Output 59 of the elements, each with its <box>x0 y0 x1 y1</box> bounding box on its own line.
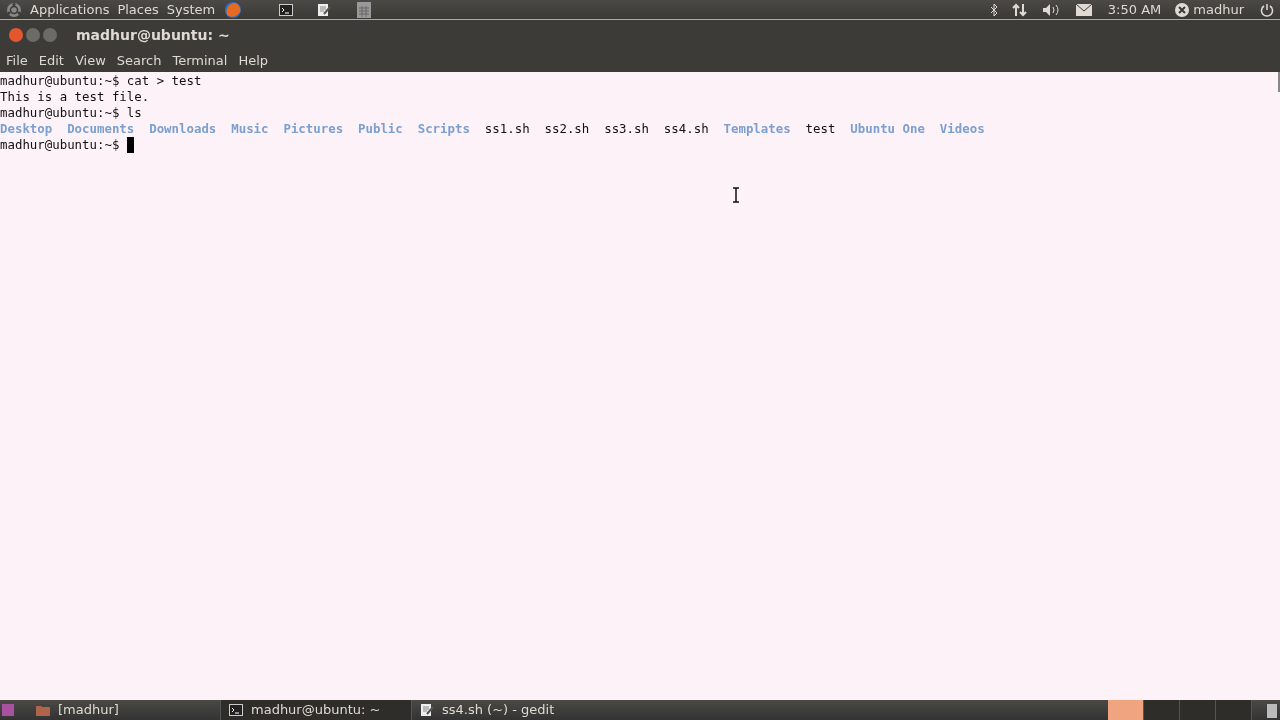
menu-item[interactable]: View <box>74 51 106 71</box>
directory-name: Downloads <box>149 121 217 137</box>
workspace-switcher-cell[interactable] <box>1180 700 1216 720</box>
trash-icon[interactable] <box>1266 702 1278 718</box>
taskbar-button[interactable]: ss4.sh (~) - gedit <box>412 700 604 720</box>
file-name: test <box>805 121 836 137</box>
taskbar-button[interactable]: madhur@ubuntu: ~ <box>220 700 412 720</box>
close-button[interactable] <box>9 28 23 42</box>
terminal-line: madhur@ubuntu:~$ ls <box>0 105 142 121</box>
text-cursor <box>126 137 135 153</box>
browser-icon[interactable] <box>223 0 244 19</box>
panel-menu[interactable]: Applications <box>30 0 110 20</box>
file-name: ss1.sh <box>484 121 530 137</box>
menu-item[interactable]: File <box>6 51 28 71</box>
minimize-button[interactable] <box>26 28 40 42</box>
panel-menu[interactable]: Places <box>117 0 159 20</box>
file-name: ss4.sh <box>663 121 709 137</box>
menu-item[interactable]: Edit <box>38 51 64 71</box>
file-name: ss2.sh <box>544 121 590 137</box>
terminal-line: This is a test file. <box>0 89 150 105</box>
menu-item[interactable]: Help <box>238 51 269 71</box>
directory-name: Scripts <box>417 121 470 137</box>
workspace-switcher-cell[interactable] <box>1144 700 1180 720</box>
taskbar-button[interactable]: [madhur] <box>28 700 220 720</box>
directory-name: Pictures <box>283 121 344 137</box>
workspace-switcher-cell[interactable] <box>1216 700 1252 720</box>
menu-item[interactable]: Search <box>116 51 162 71</box>
menu-item[interactable]: Terminal <box>172 51 228 71</box>
ubuntu-logo-icon[interactable] <box>6 1 22 18</box>
clock[interactable]: 3:50 AM <box>1107 0 1162 20</box>
text-editor-icon <box>420 703 434 717</box>
bluetooth-icon[interactable] <box>989 2 998 17</box>
folder-icon <box>36 704 50 716</box>
directory-name: Templates <box>723 121 791 137</box>
prompt: madhur@ubuntu:~$ <box>0 137 120 153</box>
panel-menu[interactable]: System <box>166 0 216 20</box>
text-editor-launcher-icon <box>317 2 332 17</box>
envelope-icon[interactable] <box>1075 3 1092 16</box>
i-beam-pointer-icon <box>732 187 740 203</box>
directory-name: Music <box>231 121 269 137</box>
directory-name: Ubuntu One <box>850 121 925 137</box>
volume-icon[interactable] <box>1041 2 1062 17</box>
network-arrows-icon[interactable] <box>1011 2 1028 17</box>
directory-name: Documents <box>67 121 135 137</box>
terminal-launcher-icon <box>279 3 294 16</box>
terminal-line: madhur@ubuntu:~$ cat > test <box>0 73 202 89</box>
maximize-button[interactable] <box>43 28 57 42</box>
user-name[interactable]: madhur <box>1193 0 1244 20</box>
terminal-icon <box>229 704 243 716</box>
calculator-icon[interactable] <box>357 1 372 18</box>
file-name: ss3.sh <box>604 121 649 137</box>
directory-name: Desktop <box>0 121 53 137</box>
user-status-icon <box>1175 2 1190 17</box>
workspace-switcher-cell[interactable] <box>1108 700 1144 720</box>
directory-name: Public <box>358 121 403 137</box>
scrollbar <box>1278 72 1280 92</box>
directory-name: Videos <box>939 121 985 137</box>
power-icon[interactable] <box>1260 2 1274 17</box>
window-title: madhur@ubuntu: ~ <box>76 25 230 45</box>
